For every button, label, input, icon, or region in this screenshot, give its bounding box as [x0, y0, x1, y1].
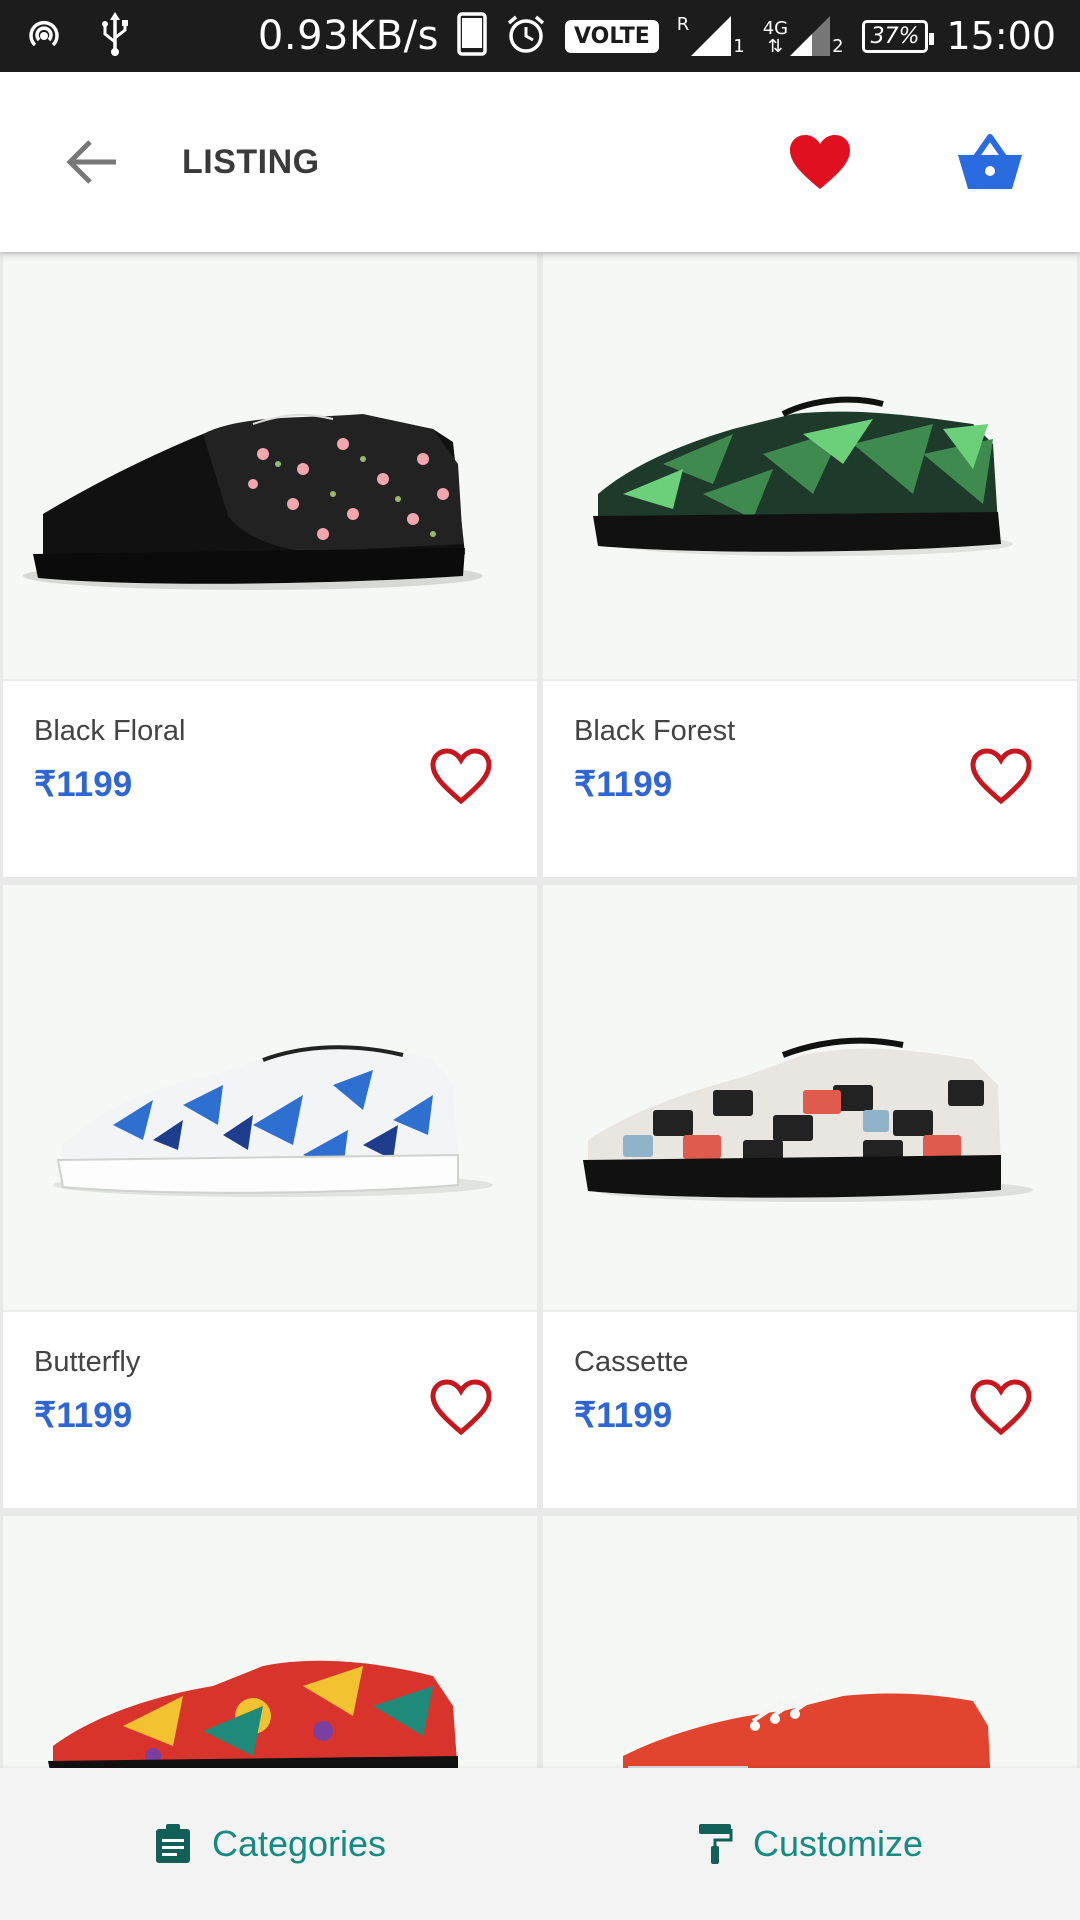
categories-button[interactable]: Categories — [0, 1768, 540, 1920]
product-image[interactable] — [543, 254, 1077, 679]
wishlist-button[interactable] — [775, 117, 865, 207]
product-image[interactable] — [543, 885, 1077, 1310]
usb-icon — [98, 12, 132, 60]
product-name: Cassette — [574, 1346, 689, 1378]
product-image[interactable] — [3, 254, 537, 679]
network-speed: 0.93KB/s — [257, 13, 439, 59]
phone-icon — [457, 12, 487, 60]
product-name: Black Floral — [34, 715, 186, 747]
heart-outline-icon — [970, 1379, 1032, 1436]
heart-outline-icon — [430, 748, 492, 805]
product-card[interactable]: Cassette ₹1199 — [543, 885, 1077, 1508]
sim1-label: 1 — [733, 36, 745, 57]
heart-outline-icon — [970, 748, 1032, 805]
screen: 0.93KB/s VOLTE R 1 4G ⇅ 2 37% 15:00 LIST… — [0, 0, 1080, 1920]
battery-indicator: 37% — [861, 19, 935, 53]
favorite-button[interactable] — [969, 747, 1033, 805]
sim2-label: 2 — [832, 36, 844, 57]
clock: 15:00 — [946, 14, 1056, 58]
product-card[interactable]: Butterfly ₹1199 — [3, 885, 537, 1508]
product-name: Butterfly — [34, 1346, 141, 1378]
data-arrows-icon: ⇅ — [767, 36, 783, 57]
product-info: Cassette ₹1199 — [543, 1310, 1077, 1508]
favorite-button[interactable] — [969, 1378, 1033, 1436]
product-info: Butterfly ₹1199 — [3, 1310, 537, 1508]
product-card[interactable]: Black Forest ₹1199 — [543, 254, 1077, 877]
status-bar: 0.93KB/s VOLTE R 1 4G ⇅ 2 37% 15:00 — [0, 0, 1080, 72]
product-price: ₹1199 — [574, 1396, 673, 1435]
customize-label: Customize — [752, 1823, 924, 1864]
heart-outline-icon — [430, 1379, 492, 1436]
clipboard-icon — [155, 1824, 190, 1863]
product-price: ₹1199 — [574, 765, 673, 804]
signal-icon-sim1: R 1 — [677, 16, 745, 56]
basket-icon — [958, 134, 1022, 189]
back-button[interactable] — [52, 122, 132, 202]
paint-roller-icon — [698, 1824, 733, 1864]
page-title: LISTING — [182, 142, 320, 181]
favorite-button[interactable] — [429, 747, 493, 805]
product-info: Black Floral ₹1199 — [3, 679, 537, 877]
bottom-bar: Categories Customize — [0, 1768, 1080, 1920]
roaming-label: R — [676, 14, 690, 35]
volte-badge: VOLTE — [564, 19, 659, 53]
categories-label: Categories — [211, 1823, 387, 1864]
product-price: ₹1199 — [34, 765, 133, 804]
arrow-left-icon — [66, 140, 116, 184]
customize-button[interactable]: Customize — [540, 1768, 1080, 1920]
product-image[interactable] — [3, 885, 537, 1310]
signal-icon-sim2: 4G ⇅ 2 — [763, 16, 844, 56]
product-name: Black Forest — [574, 715, 736, 747]
product-card[interactable]: Black Floral ₹1199 — [3, 254, 537, 877]
product-info: Black Forest ₹1199 — [543, 679, 1077, 877]
favorite-button[interactable] — [429, 1378, 493, 1436]
alarm-icon — [505, 13, 547, 59]
heart-filled-icon — [790, 135, 850, 189]
product-price: ₹1199 — [34, 1396, 133, 1435]
hotspot-icon — [24, 14, 64, 58]
app-bar: LISTING — [0, 72, 1080, 252]
cart-button[interactable] — [945, 117, 1035, 207]
